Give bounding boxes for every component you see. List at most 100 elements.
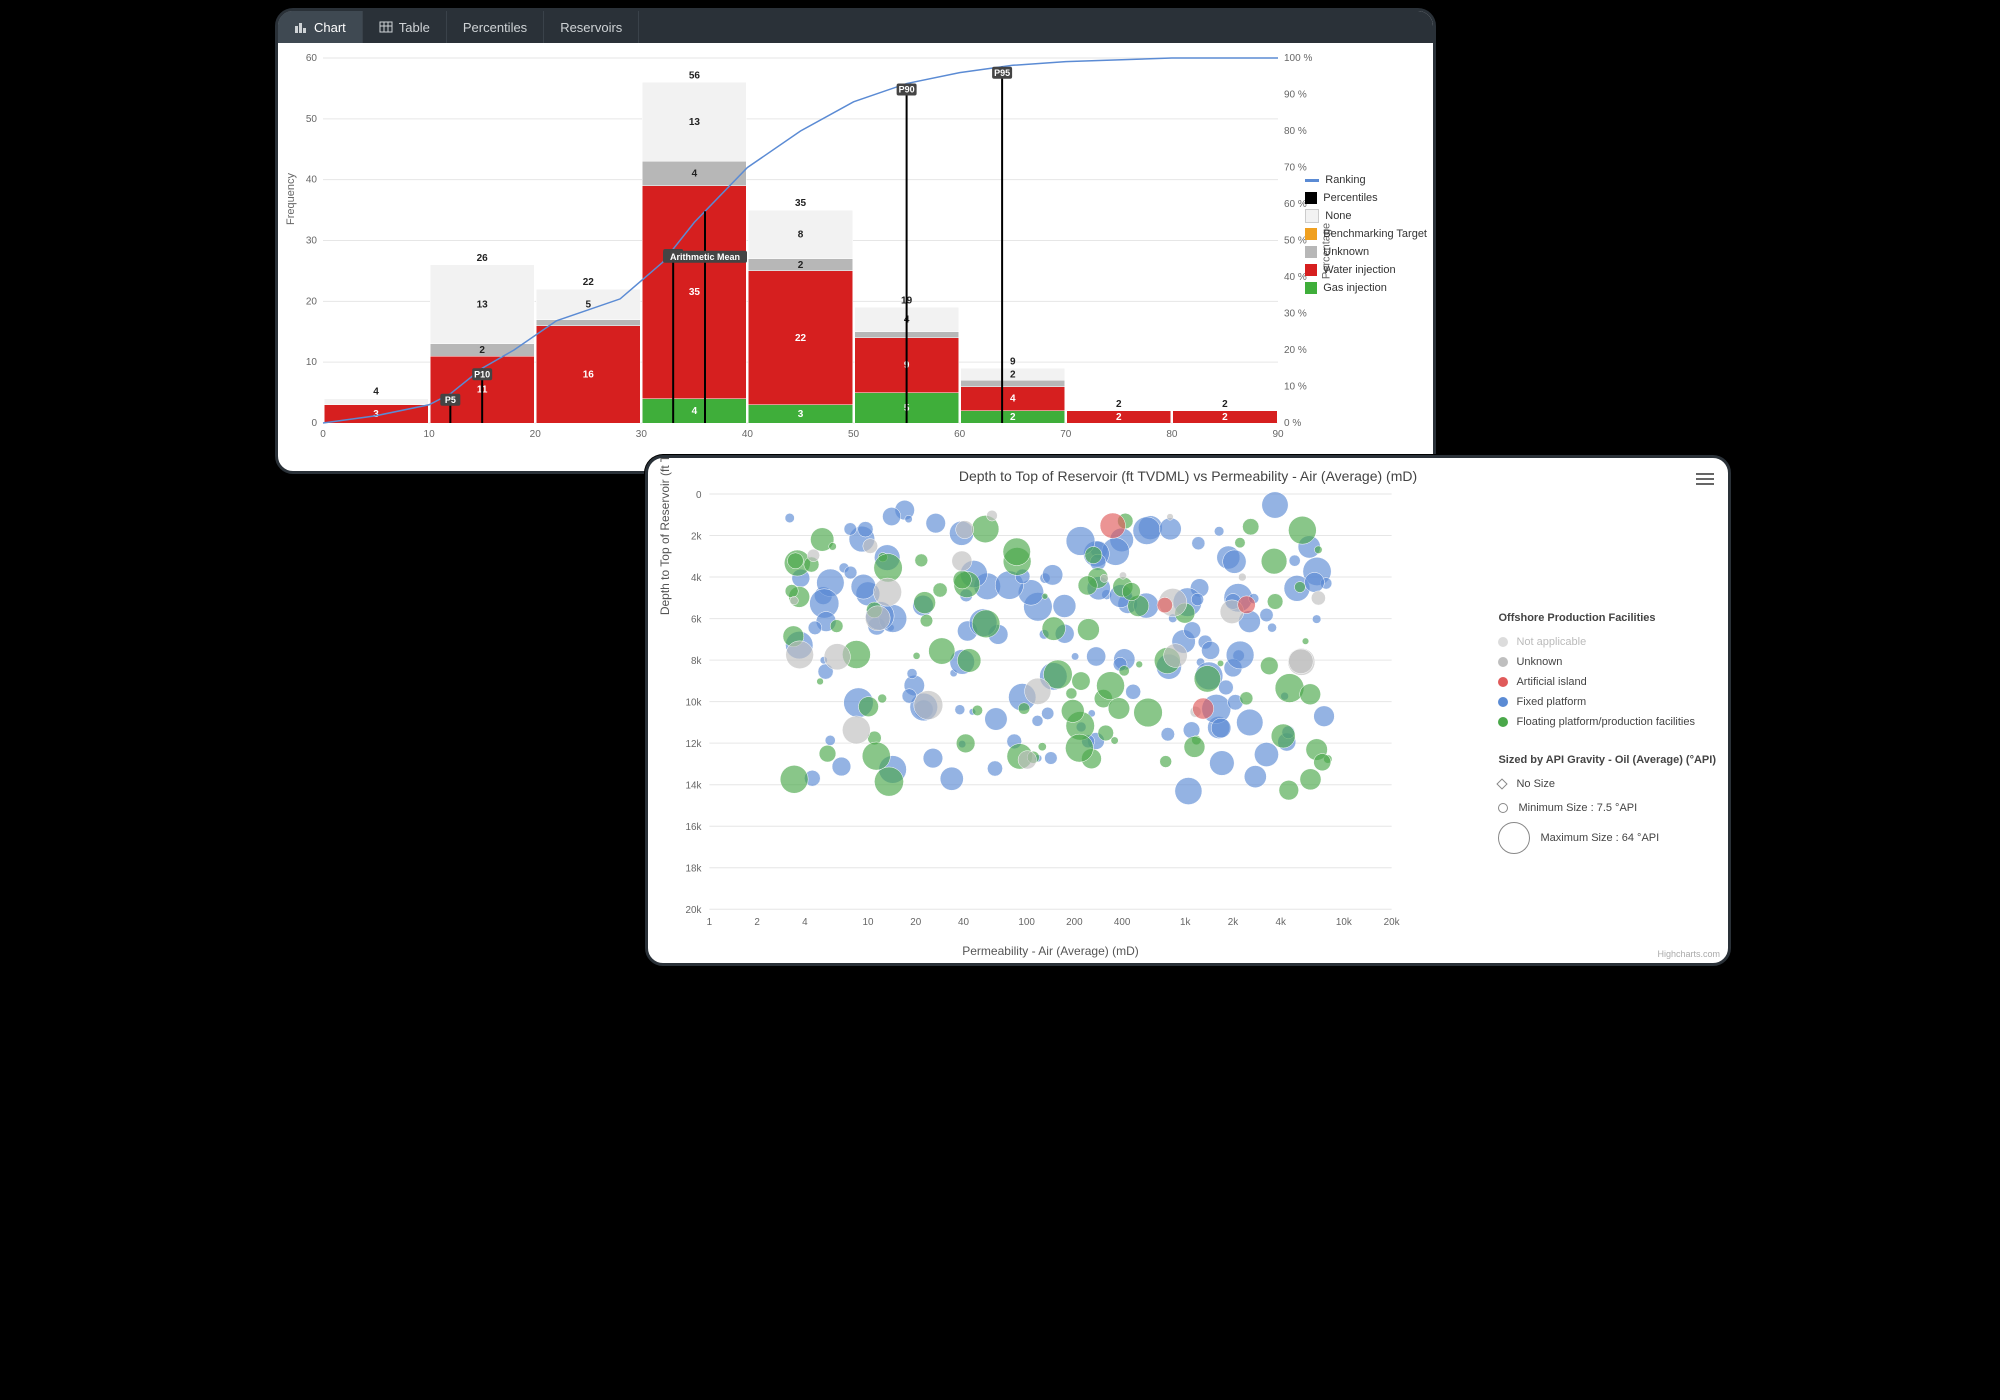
svg-text:4: 4 <box>1010 394 1016 405</box>
legend-percentiles[interactable]: Percentiles <box>1305 189 1427 207</box>
legend2-artificial[interactable]: Artificial island <box>1498 672 1716 692</box>
svg-text:2: 2 <box>754 917 760 928</box>
svg-text:20k: 20k <box>1384 917 1400 928</box>
svg-text:8k: 8k <box>691 656 701 667</box>
svg-text:20: 20 <box>530 429 542 440</box>
svg-text:18k: 18k <box>686 864 702 875</box>
svg-text:2k: 2k <box>691 531 701 542</box>
svg-text:Arithmetic Mean: Arithmetic Mean <box>670 252 740 262</box>
svg-text:40 %: 40 % <box>1284 272 1307 283</box>
svg-text:22: 22 <box>583 277 595 288</box>
histogram-legend: Ranking Percentiles None Benchmarking Ta… <box>1305 171 1427 297</box>
svg-text:0: 0 <box>311 418 317 429</box>
svg-text:80 %: 80 % <box>1284 126 1307 137</box>
histogram-panel: Chart Table Percentiles Reservoirs Frequ… <box>275 8 1436 474</box>
legend-gas[interactable]: Gas injection <box>1305 279 1427 297</box>
svg-text:2: 2 <box>1222 412 1228 423</box>
svg-text:20k: 20k <box>686 905 702 916</box>
svg-text:400: 400 <box>1114 917 1131 928</box>
svg-text:13: 13 <box>689 117 701 128</box>
scatter-chart: Depth to Top of Reservoir (ft TVDML) Per… <box>703 494 1398 934</box>
histogram-chart: Frequency Percentage Recovery Factor Ult… <box>323 53 1278 448</box>
svg-text:56: 56 <box>689 70 701 81</box>
svg-text:2: 2 <box>1010 369 1016 380</box>
chart-credit: Highcharts.com <box>1657 949 1720 959</box>
legend2-nosize: No Size <box>1498 774 1716 794</box>
tab-reservoirs[interactable]: Reservoirs <box>544 11 639 43</box>
bar-chart-icon <box>294 20 308 34</box>
svg-text:40: 40 <box>306 175 318 186</box>
svg-text:20: 20 <box>910 917 921 928</box>
legend-ranking[interactable]: Ranking <box>1305 171 1427 189</box>
svg-text:90: 90 <box>1272 429 1284 440</box>
svg-text:35: 35 <box>795 198 807 209</box>
tab-table[interactable]: Table <box>363 11 447 43</box>
y-axis-left-label: Frequency <box>285 173 297 225</box>
svg-text:35: 35 <box>689 287 701 298</box>
svg-text:3: 3 <box>798 409 804 420</box>
tab-percentiles[interactable]: Percentiles <box>447 11 544 43</box>
legend-unknown[interactable]: Unknown <box>1305 243 1427 261</box>
svg-text:1: 1 <box>707 917 713 928</box>
svg-text:100 %: 100 % <box>1284 53 1312 64</box>
legend2-na[interactable]: Not applicable <box>1498 632 1716 652</box>
scatter-panel: Depth to Top of Reservoir (ft TVDML) vs … <box>645 455 1731 966</box>
legend2-fixed[interactable]: Fixed platform <box>1498 692 1716 712</box>
svg-text:0: 0 <box>696 490 702 501</box>
svg-text:2: 2 <box>798 260 804 271</box>
svg-text:1k: 1k <box>1180 917 1190 928</box>
svg-text:4: 4 <box>692 169 698 180</box>
svg-text:2k: 2k <box>1228 917 1238 928</box>
svg-text:3: 3 <box>373 409 379 420</box>
svg-text:4: 4 <box>692 406 698 417</box>
svg-text:10: 10 <box>424 429 436 440</box>
svg-text:60 %: 60 % <box>1284 199 1307 210</box>
svg-text:2: 2 <box>1116 399 1122 410</box>
svg-text:9: 9 <box>1010 356 1016 367</box>
svg-text:10k: 10k <box>1336 917 1352 928</box>
chart-menu-icon[interactable] <box>1696 470 1714 484</box>
svg-text:200: 200 <box>1066 917 1083 928</box>
legend2-title: Offshore Production Facilities <box>1498 608 1716 628</box>
svg-text:100: 100 <box>1018 917 1035 928</box>
svg-text:P5: P5 <box>445 395 456 405</box>
tab-percentiles-label: Percentiles <box>463 20 527 35</box>
svg-text:10: 10 <box>863 917 874 928</box>
svg-text:50: 50 <box>848 429 860 440</box>
svg-text:2: 2 <box>1010 412 1016 423</box>
legend-none[interactable]: None <box>1305 207 1427 225</box>
tab-chart[interactable]: Chart <box>278 11 363 43</box>
svg-text:13: 13 <box>477 299 489 310</box>
svg-text:8: 8 <box>798 229 804 240</box>
svg-text:60: 60 <box>954 429 966 440</box>
svg-text:2: 2 <box>1116 412 1122 423</box>
svg-text:40: 40 <box>742 429 754 440</box>
svg-text:10: 10 <box>306 357 318 368</box>
svg-text:0 %: 0 % <box>1284 418 1301 429</box>
svg-text:P90: P90 <box>899 85 915 95</box>
svg-text:10 %: 10 % <box>1284 382 1307 393</box>
svg-text:50: 50 <box>306 114 318 125</box>
svg-text:60: 60 <box>306 53 318 64</box>
svg-text:0: 0 <box>320 429 326 440</box>
svg-text:20: 20 <box>306 296 318 307</box>
svg-text:2: 2 <box>1222 399 1228 410</box>
svg-text:40: 40 <box>958 917 969 928</box>
histogram-svg: 01020304050600 %10 %20 %30 %40 %50 %60 %… <box>323 53 1278 448</box>
svg-text:4k: 4k <box>691 573 701 584</box>
scatter-title: Depth to Top of Reservoir (ft TVDML) vs … <box>648 468 1728 484</box>
tab-bar: Chart Table Percentiles Reservoirs <box>278 11 1433 43</box>
svg-text:50 %: 50 % <box>1284 236 1307 247</box>
legend-water[interactable]: Water injection <box>1305 261 1427 279</box>
svg-text:70 %: 70 % <box>1284 163 1307 174</box>
tab-chart-label: Chart <box>314 20 346 35</box>
svg-text:2: 2 <box>479 345 485 356</box>
tab-table-label: Table <box>399 20 430 35</box>
svg-text:4: 4 <box>802 917 808 928</box>
svg-text:4k: 4k <box>1276 917 1286 928</box>
scatter-xlabel: Permeability - Air (Average) (mD) <box>703 944 1398 958</box>
svg-text:20 %: 20 % <box>1284 345 1307 356</box>
legend2-unknown[interactable]: Unknown <box>1498 652 1716 672</box>
legend-bench[interactable]: Benchmarking Target <box>1305 225 1427 243</box>
legend2-floating[interactable]: Floating platform/production facilities <box>1498 712 1716 732</box>
